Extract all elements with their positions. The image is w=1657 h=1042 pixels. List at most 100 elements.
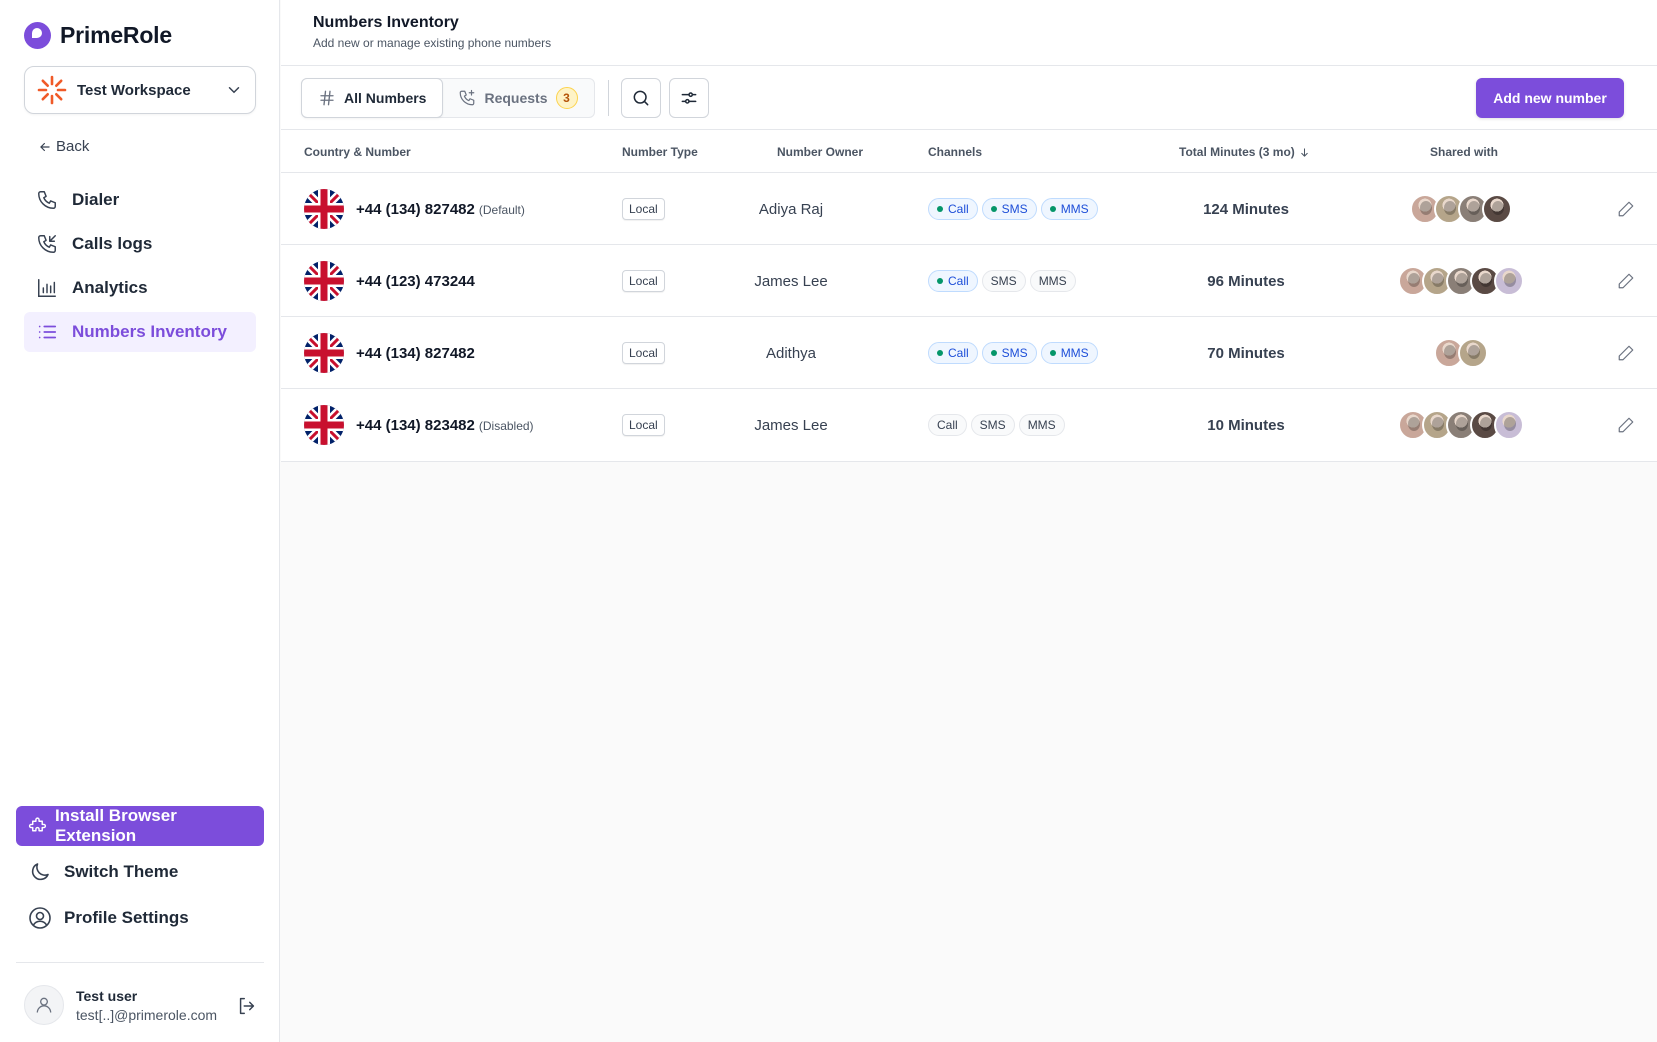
- shared-avatars: [1351, 266, 1571, 296]
- total-minutes: 10 Minutes: [1207, 416, 1285, 434]
- phone-add-icon: [460, 89, 475, 106]
- edit-button[interactable]: [1617, 317, 1635, 389]
- channels-cell: Call SMS MMS: [928, 245, 1080, 317]
- list-icon: [38, 325, 57, 339]
- sidebar-item-label: Numbers Inventory: [72, 322, 227, 341]
- hash-icon: [320, 90, 334, 106]
- sidebar-nav: Dialer Calls logs Analytics Numbers Inve…: [24, 180, 256, 356]
- total-minutes: 70 Minutes: [1207, 344, 1285, 362]
- edit-button[interactable]: [1617, 245, 1635, 317]
- sidebar-divider: [16, 962, 264, 963]
- profile-settings-label: Profile Settings: [64, 908, 189, 927]
- edit-button[interactable]: [1617, 173, 1635, 245]
- table-row[interactable]: +44 (134) 823482 (Disabled) Local James L…: [281, 389, 1657, 461]
- uk-flag-icon: [304, 333, 344, 373]
- table-row[interactable]: +44 (123) 473244 Local James Lee Call SMS…: [281, 245, 1657, 317]
- number-type-cell: Local: [622, 317, 665, 389]
- shared-with-cell: [1351, 317, 1571, 389]
- install-extension-button[interactable]: Install Browser Extension: [16, 806, 264, 846]
- back-link[interactable]: Back: [38, 138, 89, 155]
- channel-chip-sms: SMS: [981, 342, 1037, 364]
- user-profile: Test user test[..]@primerole.com: [24, 985, 217, 1025]
- switch-theme-button[interactable]: Switch Theme: [28, 860, 178, 884]
- phone-number: +44 (123) 473244: [356, 273, 475, 290]
- avatar: [24, 985, 64, 1025]
- phone-number-note: (Default): [478, 202, 525, 217]
- sidebar-item-analytics[interactable]: Analytics: [24, 268, 256, 308]
- chevron-down-icon: [228, 87, 240, 94]
- phone-number-value: +44 (134) 827482: [356, 344, 475, 362]
- country-number-cell: +44 (134) 827482 (Default): [304, 173, 525, 245]
- pencil-icon: [1618, 417, 1634, 433]
- tab-requests[interactable]: Requests 3: [442, 79, 593, 117]
- workspace-logo-icon: [37, 75, 67, 105]
- moon-icon: [31, 863, 49, 881]
- sidebar-item-calls-logs[interactable]: Calls logs: [24, 224, 256, 264]
- channels-cell: Call SMS MMS: [928, 317, 1102, 389]
- column-header-country-number[interactable]: Country & Number: [304, 145, 411, 159]
- shared-avatars: [1351, 338, 1571, 368]
- phone-number: +44 (134) 827482: [356, 345, 475, 362]
- channel-chip-call: Call: [928, 198, 978, 220]
- workspace-switcher[interactable]: Test Workspace: [24, 66, 256, 114]
- sidebar-item-label: Dialer: [72, 190, 120, 209]
- number-type-cell: Local: [622, 245, 665, 317]
- install-extension-label: Install Browser Extension: [54, 806, 177, 845]
- number-owner: Adithya: [765, 344, 817, 362]
- number-type-cell: Local: [622, 173, 665, 245]
- column-header-shared-with: Shared with: [1430, 145, 1499, 159]
- switch-theme-label: Switch Theme: [64, 862, 179, 881]
- number-owner: Adiya Raj: [758, 200, 824, 218]
- workspace-name: Test Workspace: [77, 81, 191, 99]
- app-name: PrimeRole: [60, 22, 172, 48]
- back-label: Back: [56, 138, 90, 155]
- tab-all-numbers[interactable]: All Numbers: [301, 78, 444, 118]
- view-tabs: All Numbers Requests 3: [301, 78, 595, 118]
- number-type-badge: Local: [622, 342, 665, 364]
- user-email: test[..]@primerole.com: [76, 1006, 218, 1023]
- search-icon: [633, 90, 649, 106]
- table-row[interactable]: +44 (134) 827482 (Default) Local Adiya Ra…: [281, 173, 1657, 245]
- primerole-logo-icon: [24, 22, 51, 49]
- channel-chip-sms: SMS: [981, 198, 1037, 220]
- edit-button[interactable]: [1617, 389, 1635, 461]
- arrow-down-icon: [1301, 147, 1308, 157]
- country-number-cell: +44 (123) 473244: [304, 245, 475, 317]
- filter-button[interactable]: [669, 78, 709, 118]
- page-title: Numbers Inventory: [313, 14, 459, 31]
- shared-user-avatar[interactable]: [1494, 410, 1524, 440]
- shared-user-avatar[interactable]: [1458, 338, 1488, 368]
- page-subtitle: Add new or manage existing phone numbers: [313, 36, 552, 50]
- main-content: Numbers Inventory Add new or manage exis…: [281, 0, 1657, 1042]
- logout-icon[interactable]: [236, 995, 258, 1017]
- tab-label: All Numbers: [344, 90, 427, 106]
- column-header-total-minutes[interactable]: Total Minutes (3 mo): [1179, 145, 1310, 159]
- phone-number-note: (Disabled): [478, 418, 534, 433]
- channel-chip-call: Call: [928, 342, 978, 364]
- channel-chip-call: Call: [928, 270, 978, 292]
- app-logo[interactable]: PrimeRole: [24, 22, 172, 49]
- sidebar-item-numbers-inventory[interactable]: Numbers Inventory: [24, 312, 256, 352]
- column-header-number-owner[interactable]: Number Owner: [777, 145, 863, 159]
- number-type-badge: Local: [622, 414, 665, 436]
- total-minutes: 124 Minutes: [1203, 200, 1289, 218]
- user-name: Test user: [76, 987, 138, 1004]
- number-owner: James Lee: [754, 416, 828, 434]
- column-header-number-type[interactable]: Number Type: [622, 145, 698, 159]
- shared-user-avatar[interactable]: [1494, 266, 1524, 296]
- table-row[interactable]: +44 (134) 827482 Local Adithya Call SMS MM…: [281, 317, 1657, 389]
- uk-flag-icon: [304, 189, 344, 229]
- number-type-cell: Local: [622, 389, 665, 461]
- shared-with-cell: [1351, 245, 1571, 317]
- column-header-channels[interactable]: Channels: [928, 145, 982, 159]
- phone-number-value: +44 (123) 473244: [356, 272, 475, 290]
- search-button[interactable]: [621, 78, 661, 118]
- shared-avatars: [1351, 410, 1571, 440]
- phone-number-value: +44 (134) 827482: [356, 200, 475, 218]
- shared-user-avatar[interactable]: [1482, 194, 1512, 224]
- sidebar-item-dialer[interactable]: Dialer: [24, 180, 256, 220]
- number-type-badge: Local: [622, 198, 665, 220]
- add-new-number-button[interactable]: Add new number: [1476, 78, 1624, 118]
- table-header: Country & Number Number Type Number Owne…: [281, 130, 1657, 173]
- profile-settings-button[interactable]: Profile Settings: [28, 906, 189, 930]
